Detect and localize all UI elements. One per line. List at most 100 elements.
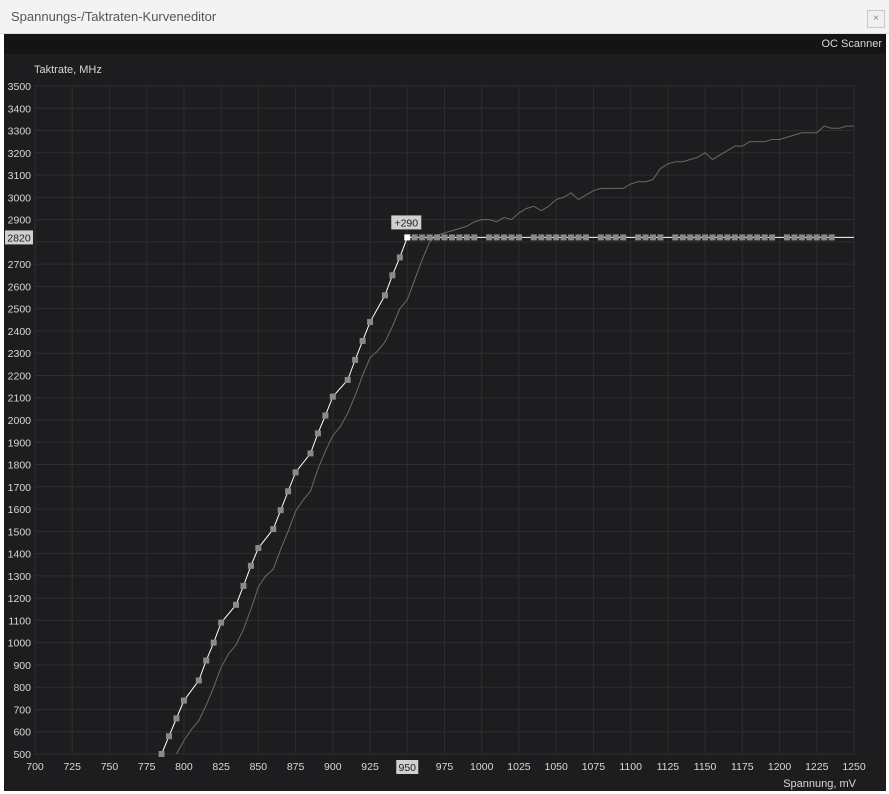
- curve-point: [195, 677, 202, 684]
- curve-editor-panel: OC Scanner Taktrate, MHz Spannung, mV 70…: [4, 34, 886, 791]
- y-tick-label: 1000: [8, 638, 32, 650]
- curve-point-flat: [493, 234, 500, 241]
- y-tick-label: 2900: [8, 215, 32, 227]
- curve-point-flat: [798, 234, 805, 241]
- y-tick-label: 500: [13, 749, 31, 761]
- curve-point-flat: [456, 234, 463, 241]
- curve-point-flat: [754, 234, 761, 241]
- curve-point-flat: [471, 234, 478, 241]
- curve-point: [292, 469, 299, 476]
- curve-point-flat: [448, 234, 455, 241]
- curve-point: [381, 292, 388, 299]
- x-tick-label: 1075: [582, 761, 606, 773]
- curve-point-flat: [739, 234, 746, 241]
- y-tick-label: 1200: [8, 593, 32, 605]
- curve-point-flat: [761, 234, 768, 241]
- x-tick-label: 1250: [842, 761, 866, 773]
- curve-point-flat: [746, 234, 753, 241]
- curve-point: [218, 619, 225, 626]
- voltage-frequency-chart[interactable]: 700 725 750 775 800 825 850 875 900 925 975 1000 102…: [4, 34, 886, 791]
- curve-point-flat: [769, 234, 776, 241]
- x-tick-label: 900: [324, 761, 342, 773]
- y-tick-label: 1800: [8, 460, 32, 472]
- curve-point: [180, 697, 187, 704]
- x-tick-label: 1225: [805, 761, 829, 773]
- curve-point: [255, 545, 262, 552]
- curve-point-flat: [515, 234, 522, 241]
- y-tick-label: 1500: [8, 526, 32, 538]
- close-button[interactable]: ×: [867, 10, 885, 28]
- curve-point-flat: [642, 234, 649, 241]
- y-tick-label: 1300: [8, 571, 32, 583]
- curve-point: [247, 562, 254, 569]
- x-tick-label: 875: [287, 761, 305, 773]
- curve-point-flat: [709, 234, 716, 241]
- curve-point-flat: [434, 234, 441, 241]
- curve-point-flat: [538, 234, 545, 241]
- x-tick-label: 750: [101, 761, 119, 773]
- curve-point-flat: [605, 234, 612, 241]
- curve-point-flat: [597, 234, 604, 241]
- y-tick-label: 2300: [8, 348, 32, 360]
- curve-point-flat: [560, 234, 567, 241]
- curve-point-flat: [702, 234, 709, 241]
- curve-point: [240, 582, 247, 589]
- x-tick-label: 1200: [768, 761, 792, 773]
- x-highlight-label: 950: [399, 762, 417, 774]
- selected-point: [404, 234, 411, 241]
- curve-point: [329, 393, 336, 400]
- window-title: Spannungs-/Taktraten-Kurveneditor: [11, 9, 217, 24]
- y-highlight-label: 2820: [7, 232, 31, 244]
- x-tick-label: 1100: [619, 761, 642, 773]
- x-tick-label: 1150: [694, 761, 717, 773]
- curve-point-flat: [716, 234, 723, 241]
- y-tick-label: 3200: [8, 148, 32, 160]
- curve-point-flat: [657, 234, 664, 241]
- curve-point: [367, 319, 374, 326]
- curve-point-flat: [813, 234, 820, 241]
- curve-point: [158, 751, 165, 757]
- curve-point-flat: [530, 234, 537, 241]
- curve-point-flat: [791, 234, 798, 241]
- curve-point-flat: [828, 234, 835, 241]
- curve-point-flat: [501, 234, 508, 241]
- y-tick-label: 600: [13, 727, 31, 739]
- y-tick-label: 3500: [8, 81, 32, 93]
- y-tick-label: 700: [13, 704, 31, 716]
- offset-label: +290: [394, 217, 418, 229]
- curve-point: [270, 526, 277, 533]
- x-tick-label: 775: [138, 761, 156, 773]
- y-tick-label: 2600: [8, 281, 32, 293]
- curve-point: [233, 601, 240, 608]
- curve-point-flat: [649, 234, 656, 241]
- x-tick-label: 850: [250, 761, 268, 773]
- y-tick-label: 2200: [8, 370, 32, 382]
- x-tick-label: 1175: [731, 761, 754, 773]
- curve-point-flat: [426, 234, 433, 241]
- curve-point-flat: [575, 234, 582, 241]
- x-tick-label: 800: [175, 761, 193, 773]
- y-tick-label: 1900: [8, 437, 32, 449]
- y-tick-label: 3000: [8, 192, 32, 204]
- y-tick-label: 2500: [8, 304, 32, 316]
- curve-point-flat: [463, 234, 470, 241]
- x-tick-label: 825: [212, 761, 230, 773]
- y-tick-label: 3400: [8, 103, 32, 115]
- curve-point-flat: [441, 234, 448, 241]
- curve-point-flat: [486, 234, 493, 241]
- curve-point-flat: [612, 234, 619, 241]
- y-tick-label: 2400: [8, 326, 32, 338]
- curve-point-flat: [545, 234, 552, 241]
- curve-point: [359, 337, 366, 344]
- curve-point-flat: [582, 234, 589, 241]
- curve-point: [352, 356, 359, 363]
- curve-point-flat: [635, 234, 642, 241]
- curve-point-flat: [821, 234, 828, 241]
- curve-point: [389, 272, 396, 279]
- curve-point: [277, 507, 284, 514]
- curve-point: [173, 715, 180, 722]
- curve-point: [203, 657, 210, 664]
- y-tick-label: 800: [13, 682, 31, 694]
- curve-point-flat: [687, 234, 694, 241]
- curve-point-flat: [679, 234, 686, 241]
